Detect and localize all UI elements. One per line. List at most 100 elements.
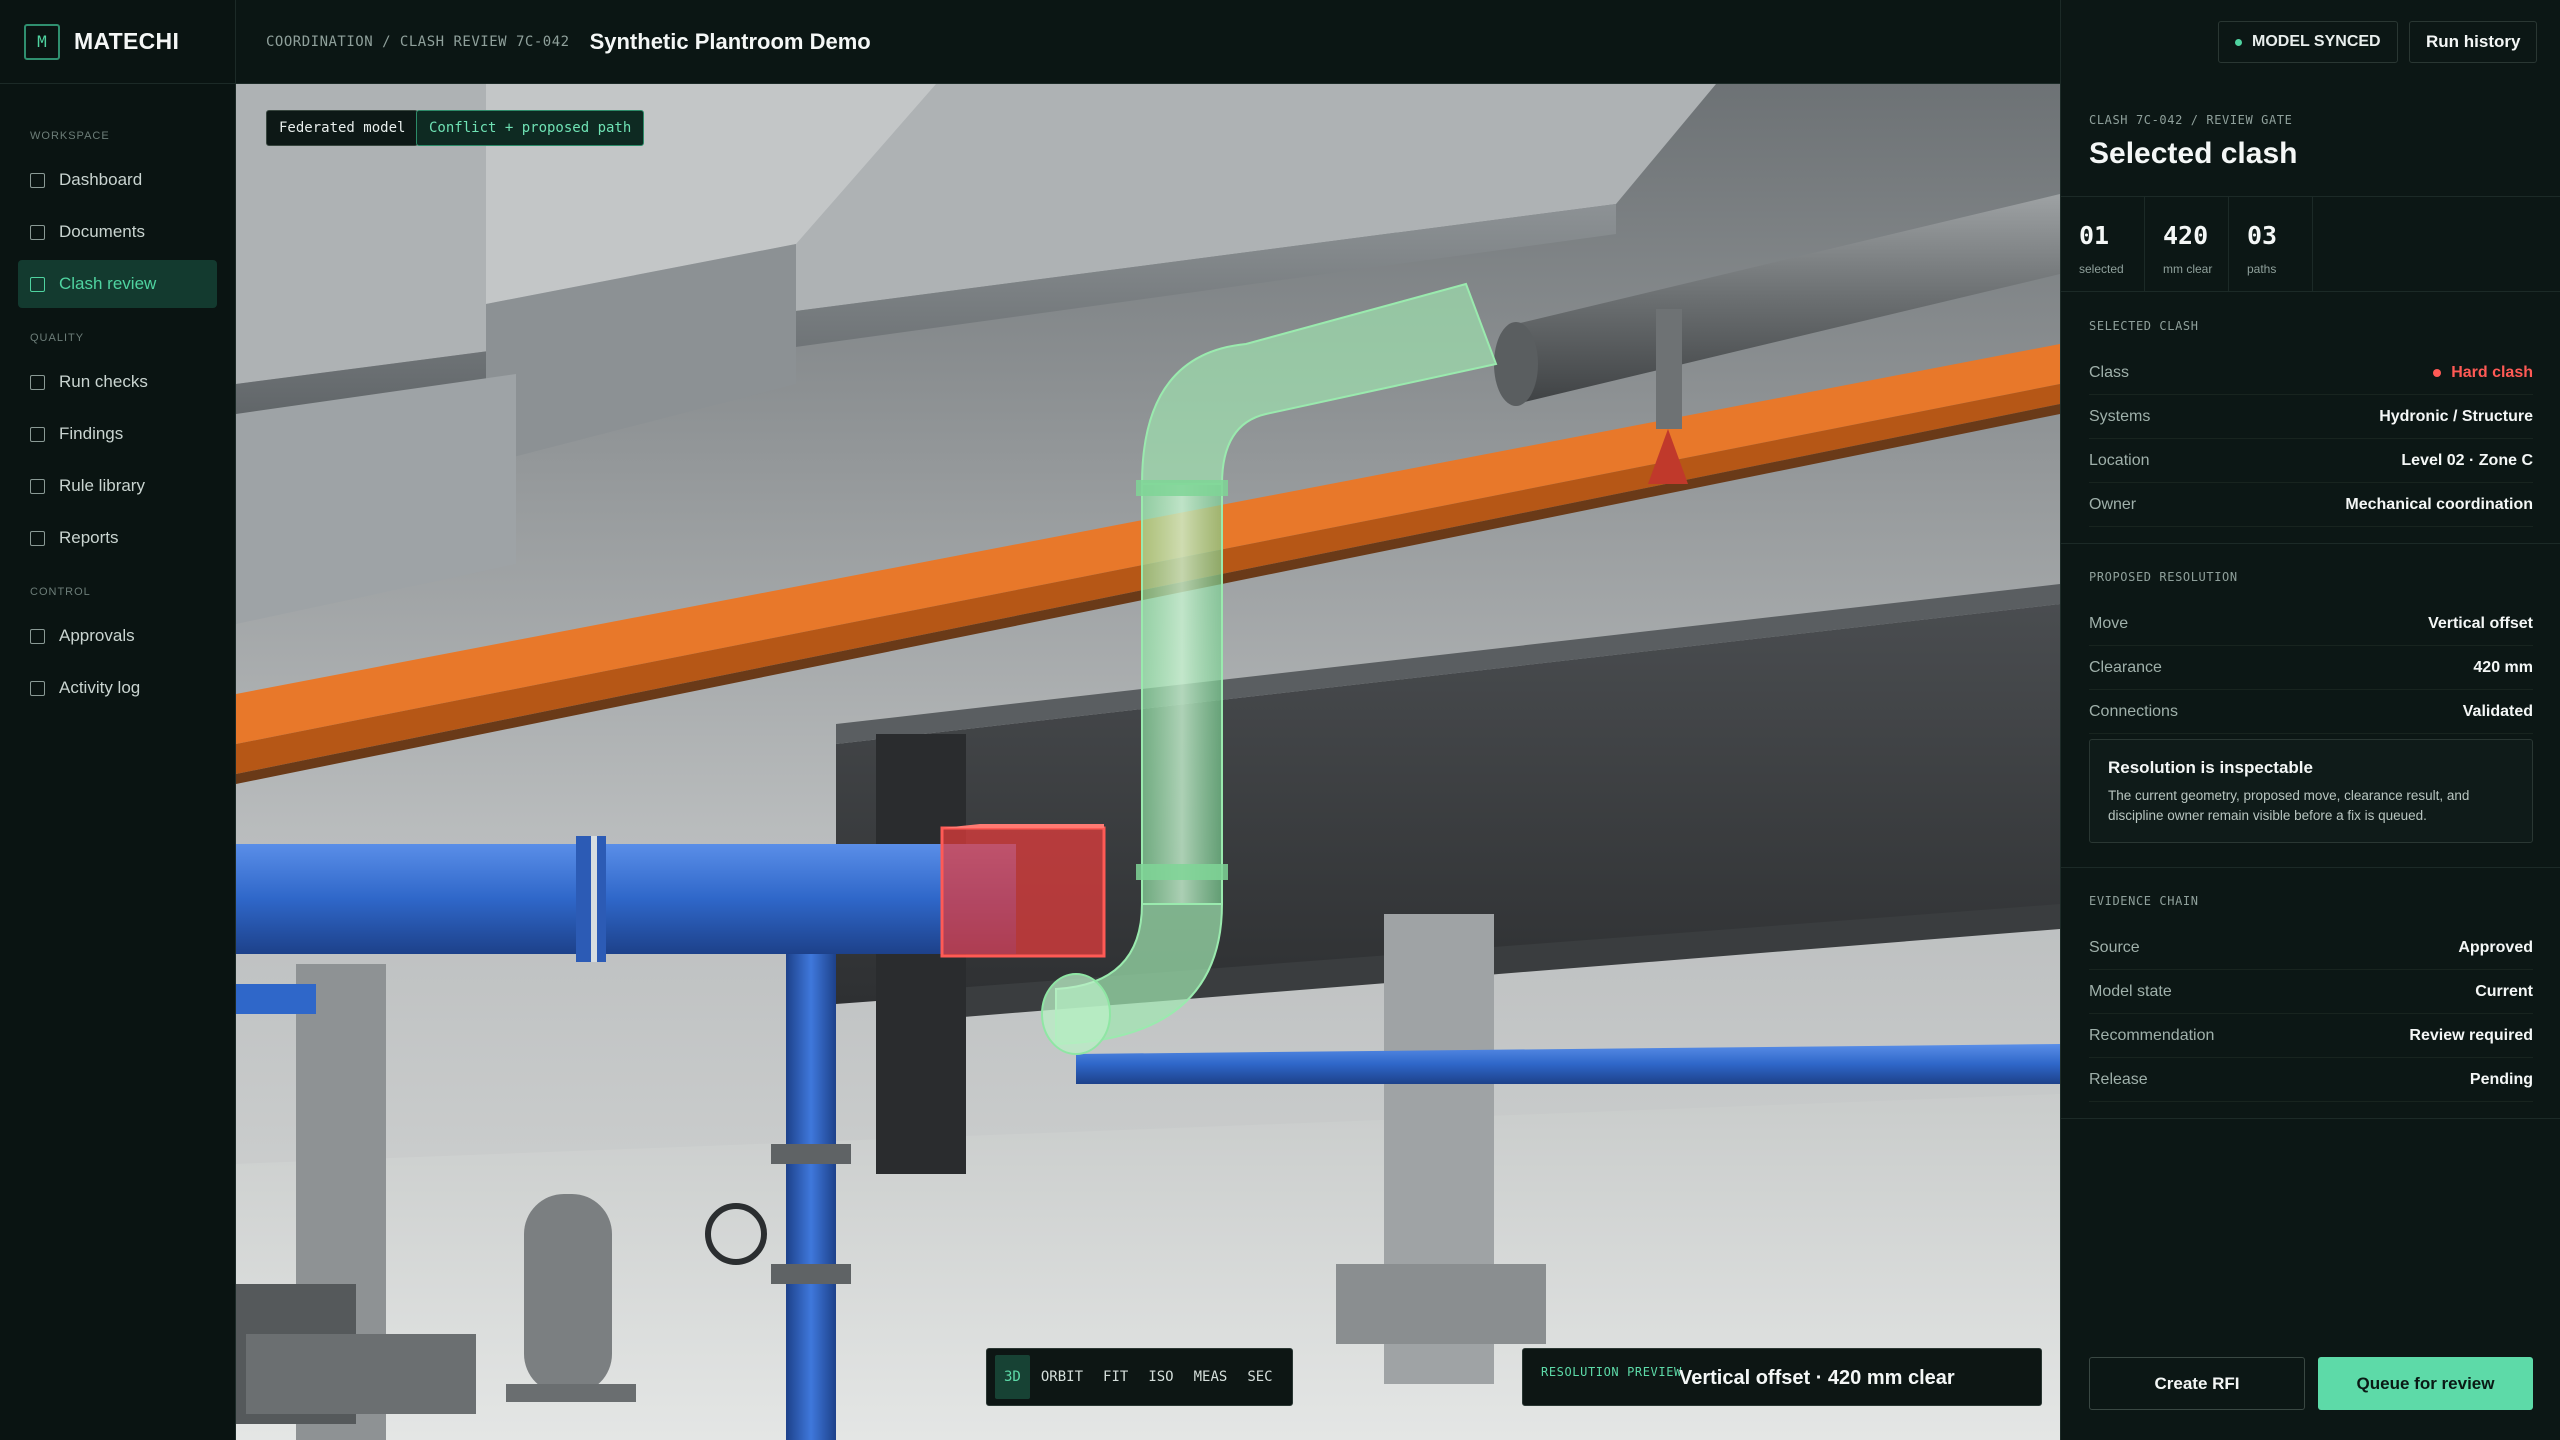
section-label: PROPOSED RESOLUTION [2089, 570, 2238, 584]
sidebar-item-label: Rule library [59, 476, 145, 495]
kv-key: Source [2089, 938, 2140, 956]
sidebar-item-label: Documents [59, 222, 145, 241]
queue-for-review-button[interactable]: Queue for review [2318, 1357, 2533, 1410]
note-body: The current geometry, proposed move, cle… [2108, 788, 2470, 823]
create-rfi-button[interactable]: Create RFI [2089, 1357, 2305, 1410]
resolution-preview-label: RESOLUTION PREVIEW [1541, 1365, 1682, 1379]
kv-model-state: Model state Current [2089, 970, 2533, 1014]
kv-location: Location Level 02 · Zone C [2089, 439, 2533, 483]
sidebar-item-dashboard[interactable]: Dashboard [18, 156, 217, 204]
kv-value: Approved [2458, 938, 2533, 956]
kv-class: Class Hard clash [2089, 351, 2533, 395]
model-synced-badge[interactable]: MODEL SYNCED [2218, 21, 2398, 63]
top-bar: COORDINATION / CLASH REVIEW 7C-042 Synth… [236, 0, 2060, 84]
tool-fit[interactable]: FIT [1094, 1355, 1137, 1399]
nav-section-label: CONTROL [30, 586, 91, 598]
nav-section-label: QUALITY [30, 332, 85, 344]
sidebar-item-approvals[interactable]: Approvals [18, 612, 217, 660]
stat-clearance: 420 mm clear [2145, 197, 2229, 291]
kv-connections: Connections Validated [2089, 690, 2533, 734]
tool-section[interactable]: SEC [1238, 1355, 1281, 1399]
note-title: Resolution is inspectable [2108, 758, 2313, 777]
stat-label: selected [2079, 262, 2124, 276]
clash-marker[interactable] [940, 824, 1106, 958]
section-label: SELECTED CLASH [2089, 319, 2199, 333]
sidebar-item-activity-log[interactable]: Activity log [18, 664, 217, 712]
section-label: EVIDENCE CHAIN [2089, 894, 2199, 908]
stat-label: paths [2247, 262, 2277, 276]
kv-key: Model state [2089, 982, 2172, 1000]
blue-pipe-main[interactable] [236, 836, 1016, 962]
kv-key: Location [2089, 451, 2150, 469]
kv-value: Current [2475, 982, 2533, 1000]
checkbox-icon [30, 276, 45, 292]
tool-3d[interactable]: 3D [995, 1355, 1030, 1399]
resolution-preview-value: Vertical offset · 420 mm clear [1679, 1367, 1955, 1389]
model-viewport[interactable]: Federated model Conflict + proposed path… [236, 84, 2060, 1440]
stat-selected: 01 selected [2061, 197, 2145, 291]
run-history-button[interactable]: Run history [2409, 21, 2538, 63]
kv-systems: Systems Hydronic / Structure [2089, 395, 2533, 439]
status-label: MODEL SYNCED [2252, 33, 2381, 50]
resolution-note: Resolution is inspectable The current ge… [2089, 739, 2533, 843]
sidebar-item-documents[interactable]: Documents [18, 208, 217, 256]
sidebar-item-label: Run checks [59, 372, 148, 391]
sidebar-item-label: Findings [59, 424, 124, 443]
kv-move: Move Vertical offset [2089, 602, 2533, 646]
resolution-preview: RESOLUTION PREVIEW Vertical offset · 420… [1522, 1348, 2042, 1406]
status-dot-icon [2235, 38, 2242, 46]
checkbox-icon [30, 224, 45, 240]
sidebar-item-rule-library[interactable]: Rule library [18, 462, 217, 510]
column-footing [1336, 1264, 1546, 1344]
kv-value: Pending [2469, 1070, 2533, 1088]
tool-orbit[interactable]: ORBIT [1032, 1355, 1092, 1399]
page-title: Synthetic Plantroom Demo [589, 28, 871, 54]
nav-section-workspace: WORKSPACE Dashboard Documents Clash revi… [0, 130, 235, 308]
sidebar-item-label: Activity log [59, 678, 141, 697]
kv-value: Mechanical coordination [2345, 495, 2533, 513]
sidebar-item-run-checks[interactable]: Run checks [18, 358, 217, 406]
kv-key: Move [2089, 614, 2129, 632]
kv-value: Review required [2409, 1026, 2533, 1044]
bim-3d-scene[interactable] [236, 84, 2060, 1440]
kv-recommendation: Recommendation Review required [2089, 1014, 2533, 1058]
tool-iso[interactable]: ISO [1139, 1355, 1182, 1399]
sidebar-item-reports[interactable]: Reports [18, 514, 217, 562]
kv-key: Release [2089, 1070, 2148, 1088]
brand-logo-icon: M [24, 23, 60, 60]
sidebar: M MATECHI WORKSPACE Dashboard Documents … [0, 0, 236, 1440]
kv-source: Source Approved [2089, 926, 2533, 970]
tool-measure[interactable]: MEAS [1185, 1355, 1237, 1399]
checkbox-icon [30, 628, 45, 644]
kv-key: Clearance [2089, 658, 2162, 676]
details-panel: CLASH 7C-042 / REVIEW GATE Selected clas… [2060, 0, 2560, 1440]
sidebar-item-findings[interactable]: Findings [18, 410, 217, 458]
kv-value: 420 mm [2473, 658, 2533, 676]
kv-value: Hydronic / Structure [2379, 407, 2533, 425]
checkbox-icon [30, 172, 45, 188]
kv-owner: Owner Mechanical coordination [2089, 483, 2533, 527]
kv-key: Systems [2089, 407, 2151, 425]
kv-value: Vertical offset [2428, 614, 2533, 632]
stats-row: 01 selected 420 mm clear 03 paths [2061, 196, 2560, 292]
kv-key: Owner [2089, 495, 2137, 513]
viewport-toolbar: 3D ORBIT FIT ISO MEAS SEC [986, 1348, 1293, 1406]
checkbox-icon [30, 680, 45, 696]
breadcrumb[interactable]: COORDINATION / CLASH REVIEW 7C-042 [266, 34, 570, 50]
checkbox-icon [30, 478, 45, 494]
panel-eyebrow: CLASH 7C-042 / REVIEW GATE [2089, 113, 2293, 127]
kv-value: Level 02 · Zone C [2401, 451, 2533, 469]
evidence-chain-section: EVIDENCE CHAIN Source Approved Model stat… [2089, 894, 2533, 1102]
tag-federated-model[interactable]: Federated model [266, 110, 419, 146]
sidebar-item-clash-review[interactable]: Clash review [18, 260, 217, 308]
stat-value: 01 [2079, 221, 2110, 250]
checkbox-icon [30, 426, 45, 442]
kv-value: Validated [2462, 702, 2533, 720]
selected-clash-section: SELECTED CLASH Class Hard clash Systems Hy… [2089, 319, 2533, 527]
nav-section-control: CONTROL Approvals Activity log [0, 586, 235, 712]
tag-conflict-proposed-path[interactable]: Conflict + proposed path [416, 110, 645, 146]
status-badge: Hard clash [2433, 364, 2533, 382]
brand[interactable]: M MATECHI [0, 0, 235, 84]
sidebar-item-label: Approvals [59, 626, 135, 645]
proposed-resolution-section: PROPOSED RESOLUTION Move Vertical offset … [2089, 570, 2533, 734]
